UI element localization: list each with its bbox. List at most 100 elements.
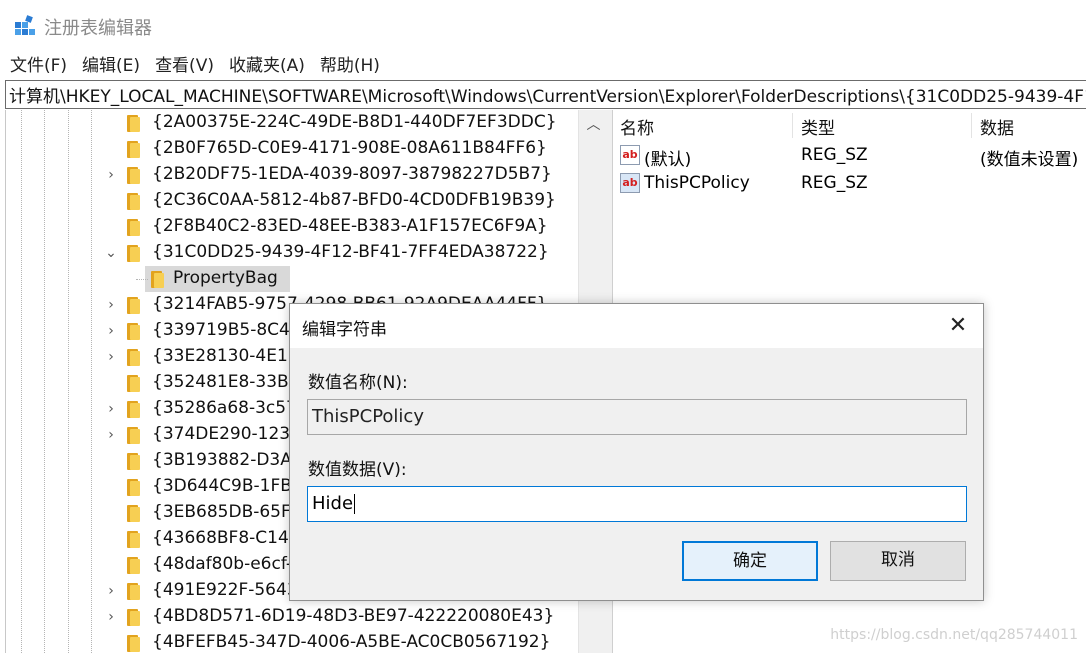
folder-icon-front (130, 429, 140, 444)
folder-icon-front (130, 195, 140, 210)
folder-icon-front (130, 611, 140, 626)
folder-icon (125, 244, 143, 262)
address-bar[interactable]: 计算机\HKEY_LOCAL_MACHINE\SOFTWARE\Microsof… (5, 80, 1086, 109)
folder-icon-front (154, 273, 164, 288)
folder-icon (125, 218, 143, 236)
folder-icon (125, 374, 143, 392)
tree-item[interactable]: {2F8B40C2-83ED-48EE-B383-A1F157EC6F9A} (6, 214, 578, 240)
folder-icon-front (130, 247, 140, 262)
column-data-label: 数据 (980, 118, 1014, 139)
string-value-icon: ab (620, 145, 640, 165)
folder-icon-front (130, 377, 140, 392)
value-data: (数值未设置) (980, 150, 1079, 170)
value-data-input[interactable]: Hide (307, 486, 967, 522)
folder-icon (125, 530, 143, 548)
tree-item[interactable]: {2A00375E-224C-49DE-B8D1-440DF7EF3DDC} (6, 110, 578, 136)
edit-string-dialog: 编辑字符串 ✕ 数值名称(N): ThisPCPolicy 数值数据(V): H… (289, 303, 984, 601)
tree-item-label: {31C0DD25-9439-4F12-BF41-7FF4EDA38722} (152, 242, 549, 262)
tree-connector-line (136, 279, 148, 280)
folder-icon-front (130, 117, 140, 132)
value-data-text: Hide (312, 493, 354, 514)
column-header-data[interactable]: 数据 (980, 110, 1014, 142)
tree-item-label: {2C36C0AA-5812-4b87-BFD0-4CD0DFB19B39} (152, 190, 556, 210)
folder-icon (125, 504, 143, 522)
value-row[interactable]: ab (默认) REG_SZ (数值未设置) (613, 142, 1086, 170)
watermark: https://blog.csdn.net/qq285744011 (830, 627, 1078, 643)
menu-help[interactable]: 帮助(H) (320, 51, 380, 76)
folder-icon (125, 192, 143, 210)
expand-chevron-icon[interactable]: › (102, 296, 120, 314)
column-header-name[interactable]: 名称 (620, 110, 654, 142)
folder-icon (125, 582, 143, 600)
scroll-up-icon[interactable]: ︿ (579, 112, 608, 138)
string-value-icon: ab (620, 173, 640, 193)
cancel-button[interactable]: 取消 (830, 541, 966, 581)
folder-icon (125, 426, 143, 444)
expand-chevron-icon[interactable]: › (102, 608, 120, 626)
close-icon[interactable]: ✕ (940, 311, 976, 341)
folder-icon (125, 556, 143, 574)
value-type: REG_SZ (801, 145, 868, 165)
tree-item-label: {4BFEFB45-347D-4006-A5BE-AC0CB0567192} (152, 632, 551, 652)
folder-icon-front (130, 299, 140, 314)
column-name-label: 名称 (620, 118, 654, 139)
menu-edit[interactable]: 编辑(E) (82, 51, 140, 76)
value-name-field[interactable]: ThisPCPolicy (307, 399, 967, 435)
column-separator[interactable] (792, 113, 793, 138)
folder-icon-front (130, 481, 140, 496)
folder-icon (125, 114, 143, 132)
menu-view[interactable]: 查看(V) (155, 51, 214, 76)
tree-item-label: {2A00375E-224C-49DE-B8D1-440DF7EF3DDC} (152, 112, 557, 132)
folder-icon-front (130, 533, 140, 548)
column-header-type[interactable]: 类型 (801, 110, 835, 142)
expand-chevron-icon[interactable]: › (102, 166, 120, 184)
column-separator[interactable] (971, 113, 972, 138)
window-title: 注册表编辑器 (44, 18, 152, 39)
tree-item[interactable]: {2B0F765D-C0E9-4171-908E-08A611B84FF6} (6, 136, 578, 162)
value-data-label: 数值数据(V): (308, 460, 407, 480)
tree-item[interactable]: {4BFEFB45-347D-4006-A5BE-AC0CB0567192} (6, 630, 578, 653)
menu-favorites[interactable]: 收藏夹(A) (229, 51, 305, 76)
text-caret (354, 494, 356, 514)
folder-icon-front (130, 325, 140, 340)
folder-icon (125, 166, 143, 184)
tree-item[interactable]: PropertyBag (6, 266, 578, 292)
ok-button[interactable]: 确定 (682, 541, 818, 581)
menu-file[interactable]: 文件(F) (10, 51, 67, 76)
registry-editor-icon (15, 15, 35, 35)
folder-icon (125, 400, 143, 418)
value-row[interactable]: ab ThisPCPolicy REG_SZ (613, 170, 1086, 198)
column-type-label: 类型 (801, 118, 835, 139)
folder-icon-front (130, 585, 140, 600)
value-type: REG_SZ (801, 173, 868, 193)
tree-item-label: {2B0F765D-C0E9-4171-908E-08A611B84FF6} (152, 138, 547, 158)
folder-icon-front (130, 455, 140, 470)
folder-icon (125, 322, 143, 340)
folder-icon (125, 634, 143, 652)
tree-item[interactable]: {2C36C0AA-5812-4b87-BFD0-4CD0DFB19B39} (6, 188, 578, 214)
expand-chevron-icon[interactable]: › (102, 348, 120, 366)
expand-chevron-icon[interactable]: › (102, 582, 120, 600)
menu-bar: 文件(F) 编辑(E) 查看(V) 收藏夹(A) 帮助(H) (0, 48, 1086, 78)
expand-chevron-icon[interactable]: › (102, 322, 120, 340)
address-path: 计算机\HKEY_LOCAL_MACHINE\SOFTWARE\Microsof… (9, 87, 1086, 107)
value-name: ThisPCPolicy (644, 173, 750, 193)
folder-icon-front (130, 403, 140, 418)
folder-icon-front (130, 559, 140, 574)
tree-item-label: {4BD8D571-6D19-48D3-BE97-422220080E43} (152, 606, 555, 626)
expand-chevron-icon[interactable]: › (102, 426, 120, 444)
folder-icon-front (130, 351, 140, 366)
folder-icon-front (130, 143, 140, 158)
tree-item-label: {2F8B40C2-83ED-48EE-B383-A1F157EC6F9A} (152, 216, 548, 236)
folder-icon (125, 140, 143, 158)
tree-item[interactable]: ⌄ {31C0DD25-9439-4F12-BF41-7FF4EDA38722} (6, 240, 578, 266)
folder-icon-front (130, 637, 140, 652)
tree-item[interactable]: › {2B20DF75-1EDA-4039-8097-38798227D5B7} (6, 162, 578, 188)
expand-chevron-icon[interactable]: › (102, 400, 120, 418)
value-name-text: ThisPCPolicy (312, 406, 424, 427)
collapse-chevron-icon[interactable]: ⌄ (102, 244, 120, 262)
dialog-titlebar: 编辑字符串 ✕ (290, 304, 983, 348)
folder-icon (125, 608, 143, 626)
value-name: (默认) (644, 150, 692, 170)
tree-item[interactable]: › {4BD8D571-6D19-48D3-BE97-422220080E43} (6, 604, 578, 630)
